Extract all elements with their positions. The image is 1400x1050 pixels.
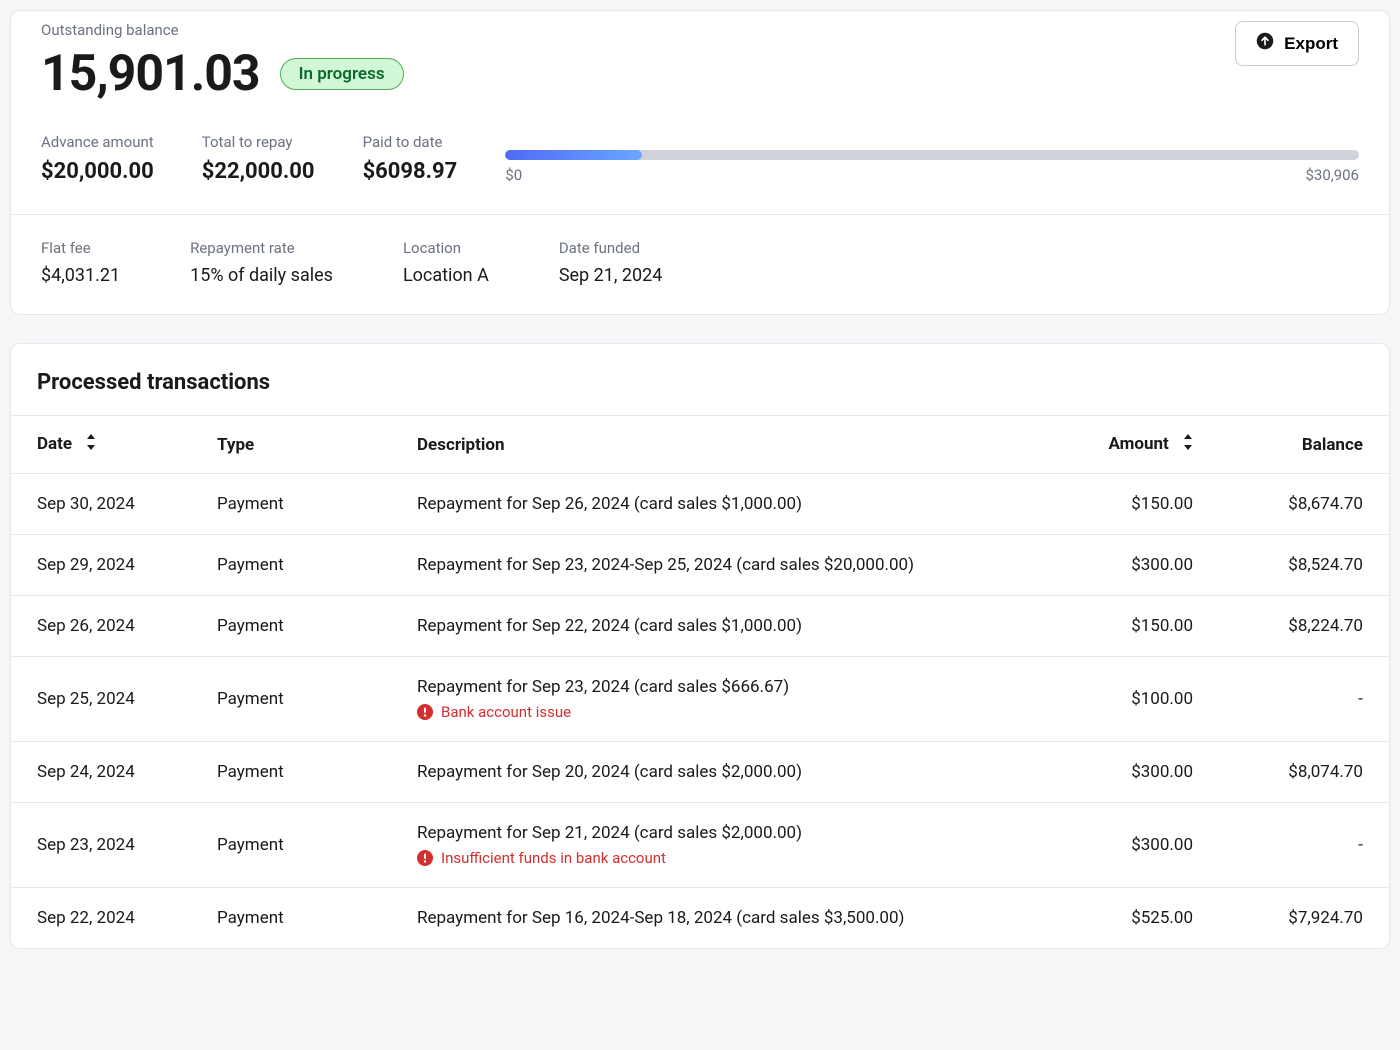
status-badge: In progress bbox=[280, 58, 404, 90]
cell-date: Sep 22, 2024 bbox=[11, 888, 191, 949]
alert-icon bbox=[417, 850, 433, 866]
progress-section: $0 $30,906 bbox=[505, 150, 1359, 184]
cell-amount: $100.00 bbox=[1049, 657, 1219, 742]
cell-date: Sep 24, 2024 bbox=[11, 742, 191, 803]
transactions-card: Processed transactions Date Type Descrip… bbox=[10, 343, 1390, 949]
progress-min: $0 bbox=[505, 166, 522, 184]
cell-description: Repayment for Sep 23, 2024 (card sales $… bbox=[391, 657, 1049, 742]
cell-amount: $300.00 bbox=[1049, 803, 1219, 888]
location-block: Location Location A bbox=[403, 239, 489, 286]
table-row[interactable]: Sep 26, 2024PaymentRepayment for Sep 22,… bbox=[11, 596, 1389, 657]
cell-type: Payment bbox=[191, 888, 391, 949]
cell-date: Sep 30, 2024 bbox=[11, 474, 191, 535]
balance-card: Outstanding balance 15,901.03 In progres… bbox=[10, 10, 1390, 315]
error-message: Bank account issue bbox=[417, 703, 1023, 721]
progress-max: $30,906 bbox=[1305, 166, 1359, 184]
outstanding-balance-value: 15,901.03 bbox=[41, 45, 260, 103]
export-button[interactable]: Export bbox=[1235, 21, 1359, 66]
cell-balance: $8,674.70 bbox=[1219, 474, 1389, 535]
error-message: Insufficient funds in bank account bbox=[417, 849, 1023, 867]
cell-amount: $525.00 bbox=[1049, 888, 1219, 949]
flat-fee-block: Flat fee $4,031.21 bbox=[41, 239, 120, 286]
paid-to-date-value: $6098.97 bbox=[363, 159, 458, 184]
column-header-type[interactable]: Type bbox=[191, 416, 391, 474]
progress-fill bbox=[505, 150, 642, 160]
paid-to-date-label: Paid to date bbox=[363, 133, 458, 151]
cell-amount: $300.00 bbox=[1049, 535, 1219, 596]
transactions-title: Processed transactions bbox=[11, 344, 1389, 415]
flat-fee-value: $4,031.21 bbox=[41, 265, 120, 286]
cell-description: Repayment for Sep 20, 2024 (card sales $… bbox=[391, 742, 1049, 803]
advance-amount-block: Advance amount $20,000.00 bbox=[41, 133, 154, 184]
cell-type: Payment bbox=[191, 474, 391, 535]
progress-bar bbox=[505, 150, 1359, 160]
cell-description: Repayment for Sep 21, 2024 (card sales $… bbox=[391, 803, 1049, 888]
table-row[interactable]: Sep 23, 2024PaymentRepayment for Sep 21,… bbox=[11, 803, 1389, 888]
table-row[interactable]: Sep 22, 2024PaymentRepayment for Sep 16,… bbox=[11, 888, 1389, 949]
column-header-amount[interactable]: Amount bbox=[1049, 416, 1219, 474]
sort-icon bbox=[1183, 434, 1193, 455]
advance-amount-label: Advance amount bbox=[41, 133, 154, 151]
location-value: Location A bbox=[403, 265, 489, 286]
cell-balance: - bbox=[1219, 657, 1389, 742]
date-funded-block: Date funded Sep 21, 2024 bbox=[559, 239, 663, 286]
cell-type: Payment bbox=[191, 535, 391, 596]
cell-amount: $300.00 bbox=[1049, 742, 1219, 803]
cell-balance: $8,524.70 bbox=[1219, 535, 1389, 596]
location-label: Location bbox=[403, 239, 489, 257]
cell-description: Repayment for Sep 16, 2024-Sep 18, 2024 … bbox=[391, 888, 1049, 949]
date-funded-value: Sep 21, 2024 bbox=[559, 265, 663, 286]
cell-date: Sep 29, 2024 bbox=[11, 535, 191, 596]
cell-type: Payment bbox=[191, 742, 391, 803]
cell-amount: $150.00 bbox=[1049, 474, 1219, 535]
column-header-date[interactable]: Date bbox=[11, 416, 191, 474]
table-row[interactable]: Sep 30, 2024PaymentRepayment for Sep 26,… bbox=[11, 474, 1389, 535]
cell-description: Repayment for Sep 26, 2024 (card sales $… bbox=[391, 474, 1049, 535]
table-row[interactable]: Sep 24, 2024PaymentRepayment for Sep 20,… bbox=[11, 742, 1389, 803]
cell-type: Payment bbox=[191, 657, 391, 742]
cell-balance: $8,224.70 bbox=[1219, 596, 1389, 657]
cell-amount: $150.00 bbox=[1049, 596, 1219, 657]
advance-amount-value: $20,000.00 bbox=[41, 159, 154, 184]
table-row[interactable]: Sep 25, 2024PaymentRepayment for Sep 23,… bbox=[11, 657, 1389, 742]
total-repay-block: Total to repay $22,000.00 bbox=[202, 133, 315, 184]
cell-date: Sep 23, 2024 bbox=[11, 803, 191, 888]
cell-date: Sep 25, 2024 bbox=[11, 657, 191, 742]
repayment-rate-label: Repayment rate bbox=[190, 239, 333, 257]
total-repay-value: $22,000.00 bbox=[202, 159, 315, 184]
repayment-rate-value: 15% of daily sales bbox=[190, 265, 333, 286]
flat-fee-label: Flat fee bbox=[41, 239, 120, 257]
transactions-table: Date Type Description Amount Balance Sep… bbox=[11, 415, 1389, 948]
cell-balance: $8,074.70 bbox=[1219, 742, 1389, 803]
column-header-description[interactable]: Description bbox=[391, 416, 1049, 474]
cell-type: Payment bbox=[191, 803, 391, 888]
paid-to-date-block: Paid to date $6098.97 bbox=[363, 133, 458, 184]
alert-icon bbox=[417, 704, 433, 720]
cell-balance: $7,924.70 bbox=[1219, 888, 1389, 949]
date-funded-label: Date funded bbox=[559, 239, 663, 257]
cell-balance: - bbox=[1219, 803, 1389, 888]
cell-type: Payment bbox=[191, 596, 391, 657]
cell-description: Repayment for Sep 22, 2024 (card sales $… bbox=[391, 596, 1049, 657]
table-row[interactable]: Sep 29, 2024PaymentRepayment for Sep 23,… bbox=[11, 535, 1389, 596]
total-repay-label: Total to repay bbox=[202, 133, 315, 151]
repayment-rate-block: Repayment rate 15% of daily sales bbox=[190, 239, 333, 286]
cell-description: Repayment for Sep 23, 2024-Sep 25, 2024 … bbox=[391, 535, 1049, 596]
sort-icon bbox=[86, 434, 96, 455]
upload-icon bbox=[1256, 32, 1274, 55]
cell-date: Sep 26, 2024 bbox=[11, 596, 191, 657]
outstanding-balance-label: Outstanding balance bbox=[41, 21, 404, 39]
export-button-label: Export bbox=[1284, 34, 1338, 54]
column-header-balance[interactable]: Balance bbox=[1219, 416, 1389, 474]
